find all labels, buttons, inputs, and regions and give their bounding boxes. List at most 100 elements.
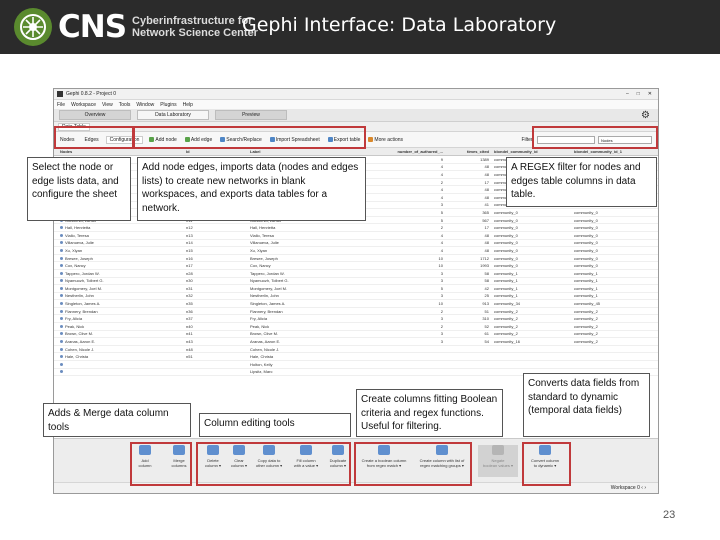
table-cell[interactable]: n17 xyxy=(184,263,248,268)
table-cell[interactable]: 4 xyxy=(368,240,446,245)
table-cell[interactable]: 4 xyxy=(368,164,446,169)
table-cell[interactable]: community_0 xyxy=(492,225,572,230)
table-cell[interactable]: 25 xyxy=(446,293,492,298)
table-row[interactable]: Hale, Christa n51 Hale, Christa xyxy=(54,353,658,362)
table-cell[interactable]: 3 xyxy=(368,293,446,298)
table-cell[interactable]: n37 xyxy=(184,316,248,321)
table-cell[interactable]: community_0 xyxy=(572,218,658,223)
node-cell[interactable]: Flannery, Brendan xyxy=(54,309,184,314)
column-header[interactable]: Label xyxy=(248,149,368,154)
table-cell[interactable]: 4 xyxy=(368,172,446,177)
table-cell[interactable]: community_2 xyxy=(572,331,658,336)
table-cell[interactable]: 48 xyxy=(446,233,492,238)
table-row[interactable]: Viallo, Teresa n13 Viallo, Teresa 4 48 commun… xyxy=(54,232,658,240)
table-cell[interactable]: Brown, Clive M. xyxy=(248,331,368,336)
node-cell[interactable]: Singleton, James A. xyxy=(54,301,184,306)
node-cell[interactable]: Viallo, Teresa xyxy=(54,233,184,238)
table-cell[interactable]: community_0 xyxy=(572,210,658,215)
node-cell[interactable]: Hale, Christa xyxy=(54,354,184,359)
menu-view[interactable]: View xyxy=(102,102,113,108)
node-cell[interactable]: Villanueva, Julie xyxy=(54,240,184,245)
table-cell[interactable]: community_16 xyxy=(492,339,572,344)
table-cell[interactable]: 17 xyxy=(446,180,492,185)
table-cell[interactable]: 1389 xyxy=(446,157,492,162)
table-cell[interactable]: 3 xyxy=(368,316,446,321)
node-cell[interactable]: Cox, Nancy xyxy=(54,263,184,268)
table-cell[interactable]: Bresee, Joseph xyxy=(248,256,368,261)
table-cell[interactable]: Nestherlin, John xyxy=(248,293,368,298)
table-row[interactable]: Cox, Nancy n17 Cox, Nancy 10 1993 community_0… xyxy=(54,262,658,270)
table-cell[interactable]: 52 xyxy=(446,324,492,329)
table-cell[interactable]: community_0 xyxy=(492,256,572,261)
workspace-indicator[interactable]: Workspace 0 ‹ › xyxy=(611,485,646,491)
table-row[interactable]: Nestherlin, John n32 Nestherlin, John 3 25 co… xyxy=(54,293,658,301)
table-row[interactable]: Tappero, Jordan W. n28 Tappero, Jordan W. 3… xyxy=(54,270,658,278)
table-cell[interactable]: 1993 xyxy=(446,263,492,268)
table-cell[interactable]: n13 xyxy=(184,233,248,238)
table-cell[interactable]: Nyamuozh, Tolbert G. xyxy=(248,278,368,283)
table-cell[interactable]: 5 xyxy=(368,218,446,223)
menu-help[interactable]: Help xyxy=(183,102,193,108)
table-cell[interactable]: 3 xyxy=(368,202,446,207)
column-header[interactable]: blondel_community_id xyxy=(492,149,572,154)
table-cell[interactable]: community_0 xyxy=(492,248,572,253)
table-cell[interactable]: 2 xyxy=(368,324,446,329)
table-row[interactable]: Brown, Clive M. n41 Brown, Clive M. 3 61 comm… xyxy=(54,331,658,339)
table-cell[interactable]: community_2 xyxy=(572,309,658,314)
table-cell[interactable]: 42 xyxy=(446,286,492,291)
table-cell[interactable]: Peak, Nick xyxy=(248,324,368,329)
menu-file[interactable]: File xyxy=(57,102,65,108)
tab-preview[interactable]: Preview xyxy=(215,110,287,120)
table-cell[interactable]: Villanueva, Julie xyxy=(248,240,368,245)
table-cell[interactable]: Flannery, Brendan xyxy=(248,309,368,314)
table-cell[interactable]: n36 xyxy=(184,309,248,314)
node-cell[interactable]: Fry, Alicia xyxy=(54,316,184,321)
table-row[interactable]: Nyamuozh, Tolbert G. n30 Nyamuozh, Tolbert… xyxy=(54,278,658,286)
table-row[interactable]: Bresee, Joseph n16 Bresee, Joseph 10 1712 com… xyxy=(54,255,658,263)
table-cell[interactable]: Tappero, Jordan W. xyxy=(248,271,368,276)
node-cell[interactable]: Cohen, Nicole J. xyxy=(54,347,184,352)
node-cell[interactable]: Bresee, Joseph xyxy=(54,256,184,261)
table-cell[interactable]: community_0 xyxy=(492,218,572,223)
table-cell[interactable]: Aranas, Aaron E. xyxy=(248,339,368,344)
table-cell[interactable]: n48 xyxy=(184,347,248,352)
table-cell[interactable]: community_1 xyxy=(572,286,658,291)
table-cell[interactable]: 48 xyxy=(446,172,492,177)
node-cell[interactable]: Nestherlin, John xyxy=(54,293,184,298)
node-cell[interactable]: Peak, Nick xyxy=(54,324,184,329)
table-cell[interactable]: n51 xyxy=(184,354,248,359)
menu-plugins[interactable]: Plugins xyxy=(160,102,176,108)
table-cell[interactable]: 3 xyxy=(368,339,446,344)
table-cell[interactable]: community_0 xyxy=(492,240,572,245)
column-header[interactable]: number_of_authored_... xyxy=(368,149,446,154)
table-row[interactable]: Fry, Alicia n37 Fry, Alicia 3 310 community_2… xyxy=(54,315,658,324)
table-cell[interactable]: community_0 xyxy=(572,263,658,268)
table-cell[interactable]: 3 xyxy=(368,278,446,283)
table-cell[interactable]: community_1 xyxy=(492,278,572,283)
table-cell[interactable]: 9 xyxy=(368,157,446,162)
table-row[interactable]: Flannery, Brendan n36 Flannery, Brendan 2 51… xyxy=(54,308,658,316)
menu-window[interactable]: Window xyxy=(136,102,154,108)
table-cell[interactable]: Hall, Henrietta xyxy=(248,225,368,230)
table-cell[interactable]: community_0 xyxy=(572,240,658,245)
table-cell[interactable]: community_2 xyxy=(572,324,658,329)
table-cell[interactable]: community_2 xyxy=(492,324,572,329)
table-cell[interactable]: n41 xyxy=(184,331,248,336)
table-cell[interactable]: n16 xyxy=(184,256,248,261)
table-cell[interactable]: community_1 xyxy=(572,293,658,298)
table-cell[interactable]: 48 xyxy=(446,164,492,169)
table-cell[interactable]: n14 xyxy=(184,240,248,245)
table-cell[interactable]: n28 xyxy=(184,271,248,276)
table-cell[interactable]: 2 xyxy=(368,180,446,185)
table-cell[interactable]: 10 xyxy=(368,301,446,306)
table-cell[interactable]: community_0 xyxy=(492,263,572,268)
node-cell[interactable]: Tappero, Jordan W. xyxy=(54,271,184,276)
node-cell[interactable]: Aranas, Aaron E. xyxy=(54,339,184,344)
table-cell[interactable]: 1712 xyxy=(446,256,492,261)
table-cell[interactable]: 17 xyxy=(446,225,492,230)
table-row[interactable]: Villanueva, Julie n14 Villanueva, Julie 4 48… xyxy=(54,240,658,248)
column-header[interactable]: Id xyxy=(184,149,248,154)
table-cell[interactable]: 58 xyxy=(446,278,492,283)
close-icon[interactable]: ✕ xyxy=(648,91,652,97)
table-cell[interactable]: 48 xyxy=(446,248,492,253)
